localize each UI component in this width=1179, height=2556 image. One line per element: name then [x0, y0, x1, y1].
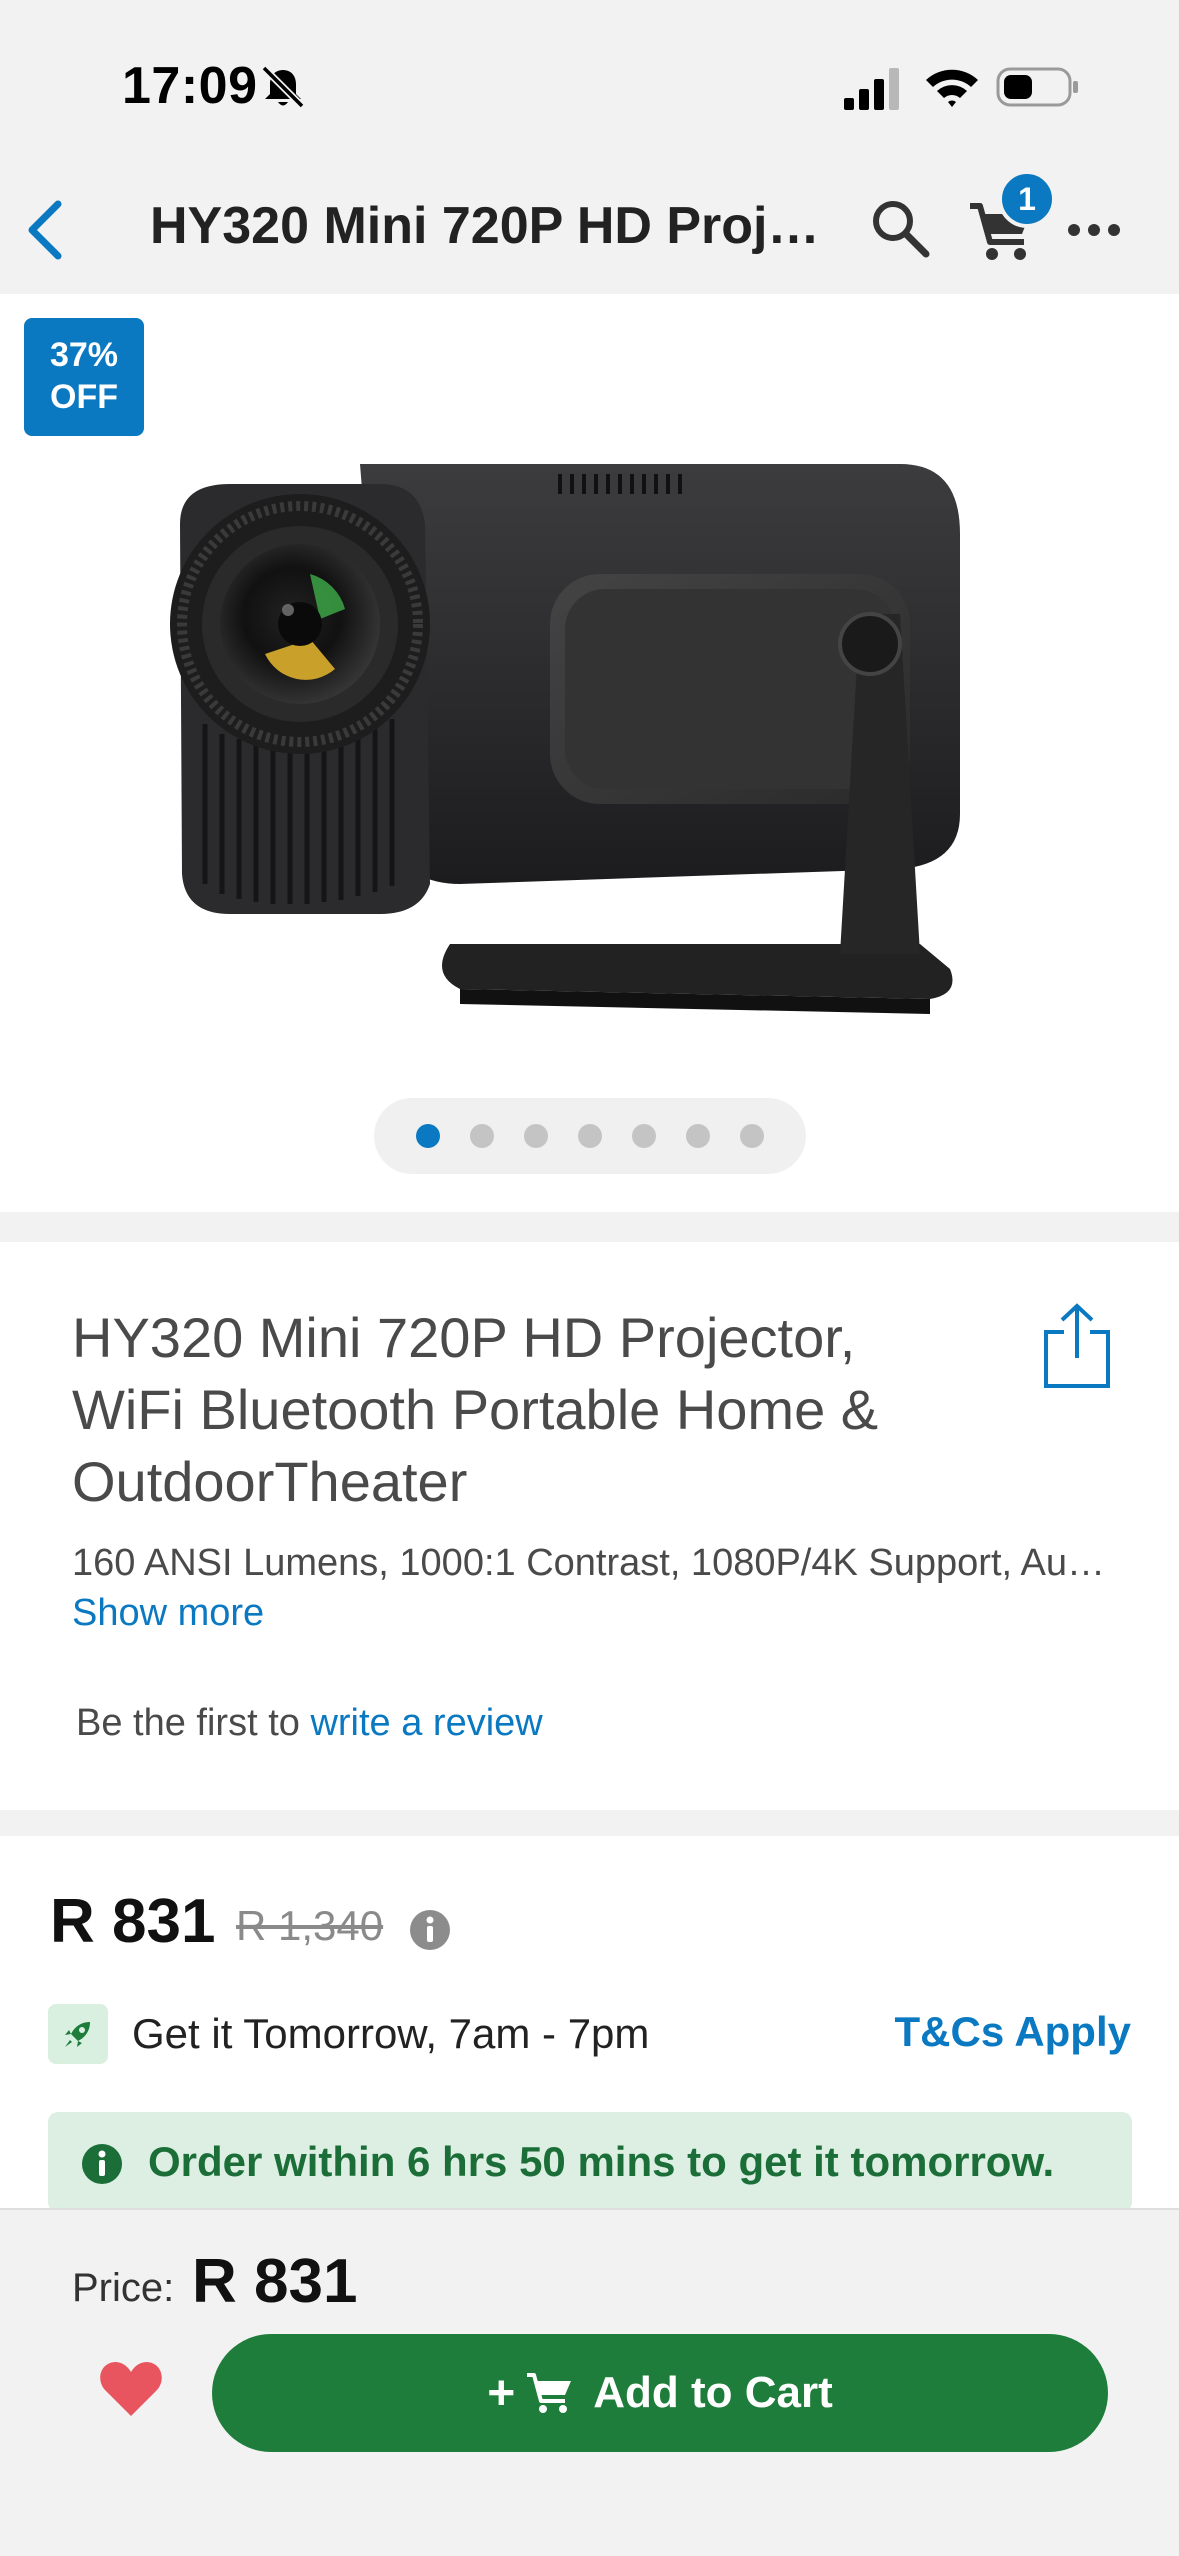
bottom-price-value: R 831	[192, 2247, 358, 2316]
price-card: R 831 R 1,340 Get it Tomorrow, 7am - 7pm…	[0, 1836, 1179, 2236]
pagination-dot-1[interactable]	[416, 1124, 440, 1148]
cellular-signal-icon	[844, 68, 899, 110]
pagination-dot-6[interactable]	[686, 1124, 710, 1148]
bottom-price-label: Price:	[72, 2266, 175, 2310]
current-price: R 831	[50, 1887, 216, 1956]
projector-product-image[interactable]	[160, 414, 980, 1034]
heart-icon[interactable]	[98, 2358, 164, 2418]
cart-icon	[527, 2373, 572, 2413]
rocket-icon	[65, 2022, 90, 2047]
search-icon[interactable]	[868, 196, 932, 260]
share-icon[interactable]	[1040, 1302, 1114, 1390]
original-price: R 1,340	[236, 1902, 384, 1949]
status-time: 17:09	[122, 57, 258, 115]
navigation-bar: HY320 Mini 720P HD Projector, WiFi Bluet…	[0, 170, 1179, 294]
status-bar: 17:09	[0, 0, 1179, 170]
back-chevron-icon[interactable]	[22, 190, 70, 270]
product-title: HY320 Mini 720P HD Projector, WiFi Bluet…	[72, 1306, 879, 1513]
info-icon	[82, 2144, 122, 2184]
add-to-cart-label: Add to Cart	[593, 2368, 833, 2417]
review-prompt: Be the first to write a review	[76, 1702, 543, 1745]
cart-count-badge: 1	[998, 170, 1056, 228]
discount-percent: 37%	[49, 336, 119, 374]
wifi-icon	[926, 69, 978, 107]
delivery-estimate: Get it Tomorrow, 7am - 7pm	[132, 2010, 650, 2057]
product-info-card: HY320 Mini 720P HD Projector, WiFi Bluet…	[0, 1242, 1179, 1810]
discount-off-label: OFF	[50, 378, 118, 416]
review-prefix: Be the first to	[76, 1702, 311, 1744]
product-page: 17:09 HY320 Mini 720P HD Project 1 37% O…	[0, 0, 1179, 2556]
more-options-icon[interactable]	[1066, 210, 1122, 250]
pagination-dot-3[interactable]	[524, 1124, 548, 1148]
pagination-dot-7[interactable]	[740, 1124, 764, 1148]
order-cutoff-banner: Order within 6 hrs 50 mins to get it tom…	[48, 2112, 1132, 2212]
bottom-purchase-bar: Price: R 831 + Add to Cart	[0, 2208, 1179, 2556]
pagination-dot-2[interactable]	[470, 1124, 494, 1148]
battery-icon	[996, 67, 1078, 107]
nav-title: HY320 Mini 720P HD Projector, WiFi Bluet…	[150, 197, 840, 255]
add-to-cart-button[interactable]: + Add to Cart	[212, 2334, 1108, 2452]
order-cutoff-text: Order within 6 hrs 50 mins to get it tom…	[148, 2138, 1055, 2185]
show-more-link[interactable]: Show more	[72, 1592, 264, 1635]
tcs-apply-link[interactable]: T&Cs Apply	[895, 2008, 1131, 2056]
pagination-dot-5[interactable]	[632, 1124, 656, 1148]
add-plus-icon: +	[487, 2366, 516, 2420]
bell-slash-icon	[261, 65, 305, 109]
discount-badge: 37% OFF	[24, 318, 144, 436]
write-review-link[interactable]: write a review	[310, 1702, 542, 1744]
image-pagination[interactable]	[374, 1098, 806, 1174]
product-subtitle: 160 ANSI Lumens, 1000:1 Contrast, 1080P/…	[72, 1542, 1112, 1584]
product-gallery[interactable]: 37% OFF	[0, 294, 1179, 1212]
pagination-dot-4[interactable]	[578, 1124, 602, 1148]
price-info-icon[interactable]	[408, 1908, 452, 1952]
rocket-delivery-icon	[48, 2004, 108, 2064]
